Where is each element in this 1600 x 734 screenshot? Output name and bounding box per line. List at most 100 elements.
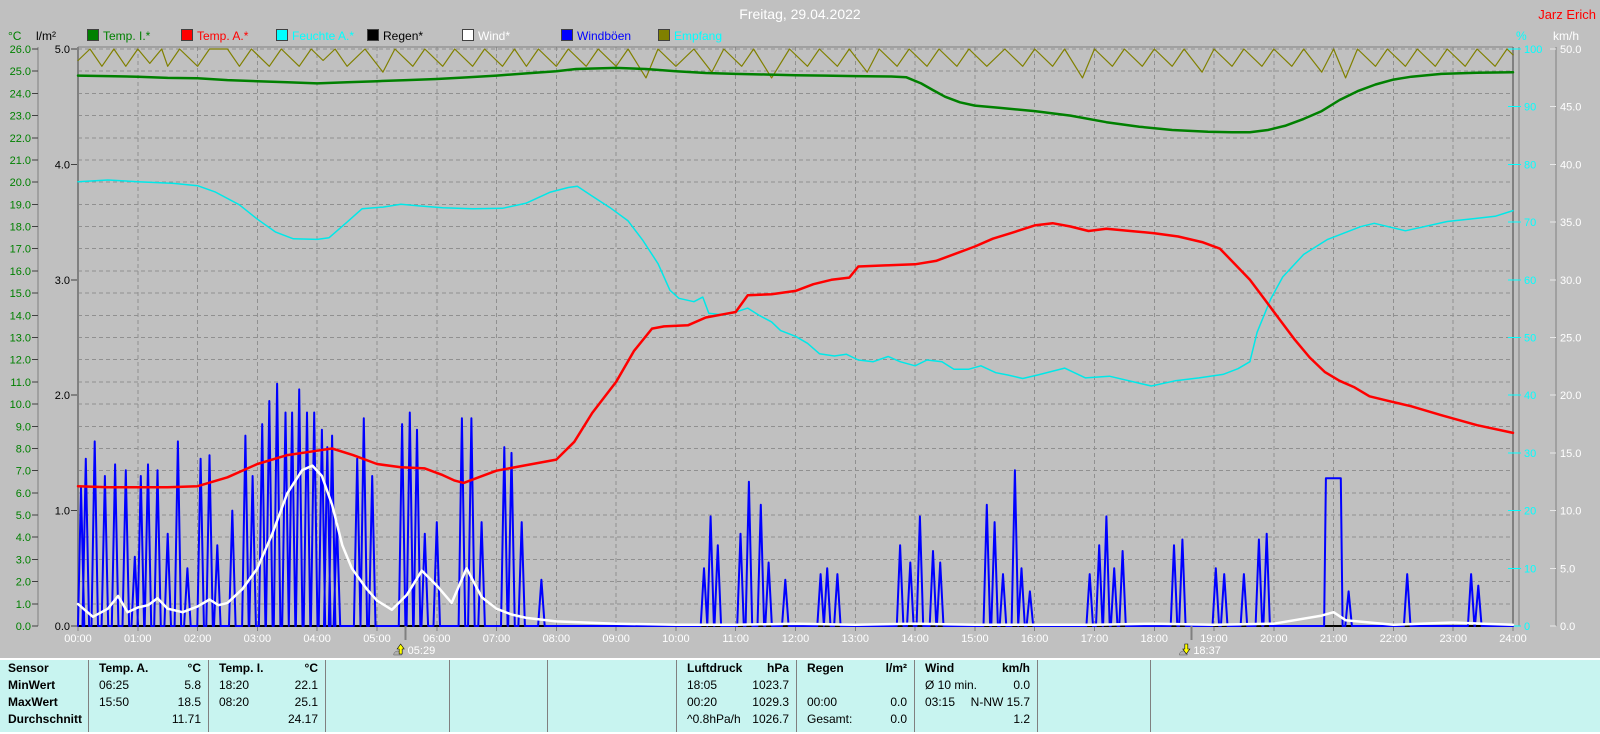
table-cell-value: 24.17 [287, 712, 318, 726]
table-cell-value: 0.0 [1013, 678, 1030, 692]
temp-axis-label: 9.0 [16, 421, 31, 433]
table-cell-value: 11.71 [171, 712, 201, 726]
time-axis-label: 07:00 [483, 633, 511, 645]
table-col-unit: °C [187, 661, 201, 675]
table-col-name: Luftdruck [687, 661, 743, 675]
time-axis-label: 18:00 [1140, 633, 1168, 645]
table-cell-row [1151, 694, 1599, 711]
table-column-empty [325, 660, 448, 732]
table-row-label: MaxWert [8, 695, 58, 709]
weather-chart-svg: 0.0 1.0 2.0 3.0 4.0 5.0 6.0 7.0 8.0 9.0 10.0 11.0 12… [10, 44, 1582, 657]
table-cell-row [450, 711, 546, 728]
table-cell-row [797, 677, 913, 694]
wind-axis-label: 35.0 [1560, 217, 1581, 229]
temp-axis-label: 8.0 [16, 443, 31, 455]
temp-axis-label: 19.0 [10, 199, 31, 211]
wind-axis-label: 10.0 [1560, 506, 1581, 518]
table-row-label: Durchschnitt [8, 712, 83, 726]
temp-axis-label: 17.0 [10, 244, 31, 256]
table-cell-row: 08:20 25.1 [209, 694, 324, 711]
wind-axis-label: 0.0 [1560, 621, 1575, 633]
table-cell-time: 03:15 [925, 695, 956, 709]
table-column-empty [1150, 660, 1599, 732]
sunrise-icon [393, 643, 405, 656]
time-axis-label: 24:00 [1499, 633, 1527, 645]
humidity-axis-label: 20 [1524, 506, 1536, 518]
table-col-name: Temp. A. [99, 661, 149, 675]
time-axis-label: 22:00 [1380, 633, 1408, 645]
temp-axis-label: 12.0 [10, 355, 31, 367]
humidity-axis-label: 50 [1524, 333, 1536, 345]
humidity-axis-label: 30 [1524, 448, 1536, 460]
temp-axis-label: 23.0 [10, 111, 31, 123]
humidity-axis-label: 60 [1524, 275, 1536, 287]
temp-axis-label: 4.0 [16, 532, 31, 544]
table-cell-row: 18:05 1023.7 [677, 677, 795, 694]
table-cell-time: 06:25 [99, 678, 130, 692]
sunrise-time-label: 05:29 [408, 645, 436, 657]
temp-axis-label: 6.0 [16, 488, 31, 500]
wind-axis-label: 40.0 [1560, 159, 1581, 171]
temp-axis-label: 16.0 [10, 266, 31, 278]
table-cell-row: Ø 10 min. 0.0 [915, 677, 1036, 694]
rain-axis-label: 0.0 [55, 621, 70, 633]
temp-axis-label: 20.0 [10, 177, 31, 189]
table-cell-row [548, 694, 675, 711]
table-col-name: Temp. I. [219, 661, 264, 675]
time-axis-label: 01:00 [124, 633, 152, 645]
table-cell-row: 00:20 1029.3 [677, 694, 795, 711]
temp-axis-label: 18.0 [10, 222, 31, 234]
time-axis-label: 21:00 [1320, 633, 1348, 645]
table-cell-value: 18.5 [177, 695, 201, 709]
humidity-axis-label: 10 [1524, 563, 1536, 575]
time-axis-label: 16:00 [1021, 633, 1049, 645]
time-axis-label: 11:00 [722, 633, 749, 645]
table-cell-row: 15:50 18.5 [89, 694, 207, 711]
time-axis-label: 15:00 [961, 633, 989, 645]
table-column-wind: Wind km/h Ø 10 min. 0.0 03:15 N-NW 15.7 1.2 [914, 660, 1036, 732]
table-row-label: Sensor [8, 661, 49, 675]
table-column-empty [1037, 660, 1149, 732]
rain-axis-label: 4.0 [55, 159, 70, 171]
table-cell-row [548, 711, 675, 728]
table-cell-row: 06:25 5.8 [89, 677, 207, 694]
temp-axis-label: 1.0 [16, 599, 31, 611]
table-column-regen: Regen l/m² 00:00 0.0 Gesamt: 0.0 [796, 660, 913, 732]
table-col-unit: °C [304, 661, 318, 675]
wind-axis-label: 50.0 [1560, 44, 1581, 56]
rain-axis-label: 2.0 [55, 390, 70, 402]
humidity-axis-label: 80 [1524, 159, 1536, 171]
temp-axis-label: 26.0 [10, 44, 31, 56]
table-row-labels-column: Sensor MinWert MaxWert Durchschnitt [0, 660, 88, 732]
humidity-axis-label: 100 [1524, 44, 1542, 56]
table-cell-row [1038, 677, 1149, 694]
temp-axis-label: 14.0 [10, 310, 31, 322]
table-cell-row [326, 677, 448, 694]
table-column-tempi: Temp. I. °C 18:20 22.1 08:20 25.1 24.17 [208, 660, 324, 732]
table-row-label: MinWert [8, 678, 56, 692]
chart-area: 0.0 1.0 2.0 3.0 4.0 5.0 6.0 7.0 8.0 9.0 10.0 11.0 12… [0, 0, 1600, 663]
temp-axis-label: 5.0 [16, 510, 31, 522]
table-cell-value: 1023.7 [752, 678, 789, 692]
time-axis-label: 05:00 [363, 633, 391, 645]
time-axis-label: 20:00 [1260, 633, 1288, 645]
table-column-luftdruck: Luftdruck hPa 18:05 1023.7 00:20 1029.3 ^0.8hP… [676, 660, 795, 732]
table-col-unit: l/m² [885, 661, 907, 675]
table-cell-row [450, 694, 546, 711]
time-axis-label: 00:00 [64, 633, 92, 645]
table-cell-time: 08:20 [219, 695, 250, 709]
table-cell-row [548, 677, 675, 694]
table-cell-row: 1.2 [915, 711, 1036, 728]
rain-axis-label: 1.0 [55, 506, 70, 518]
table-cell-row [326, 694, 448, 711]
table-col-name: Wind [925, 661, 955, 675]
humidity-axis-label: 90 [1524, 102, 1536, 114]
rain-axis-label: 3.0 [55, 275, 70, 287]
table-cell-row [1038, 711, 1149, 728]
rain-axis-label: 5.0 [55, 44, 70, 56]
time-axis-label: 13:00 [842, 633, 870, 645]
wind-axis-label: 45.0 [1560, 102, 1581, 114]
table-column-empty [449, 660, 546, 732]
table-cell-row [1038, 694, 1149, 711]
table-cell-row: 00:00 0.0 [797, 694, 913, 711]
